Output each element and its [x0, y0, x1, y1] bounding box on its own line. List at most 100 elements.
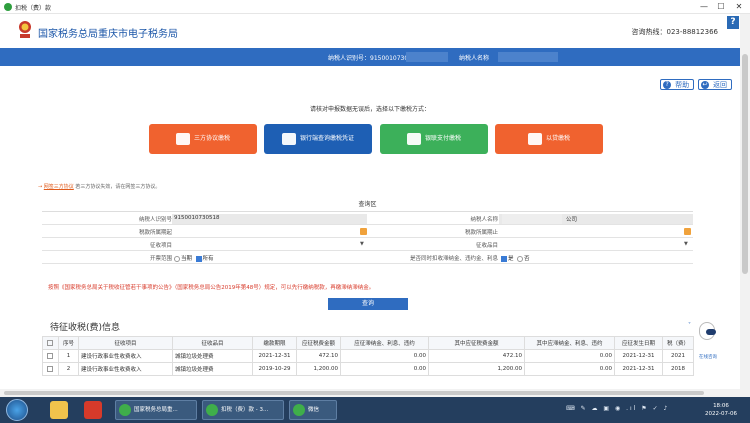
scope-current-label: 当期 [181, 256, 193, 262]
cell-index: 1 [58, 349, 79, 363]
scope-all-label: 所有 [202, 256, 214, 262]
row-checkbox[interactable] [47, 365, 53, 372]
query-button[interactable]: 查询 [328, 298, 408, 310]
scope-current-radio[interactable] [174, 255, 180, 262]
taskbar-item-wechat[interactable]: 微信 [289, 400, 337, 420]
masked-id [406, 52, 448, 62]
taskbar-item-tax-bureau[interactable]: 国家税务总局重... [115, 400, 197, 420]
task-label: 微信 [308, 407, 320, 413]
window-titlebar: 扣税（费）款 — ☐ ✕ [0, 0, 750, 14]
top-links: ? 帮助 ↩ 返回 [658, 79, 732, 90]
browser-icon [4, 3, 12, 11]
wps-icon[interactable] [84, 401, 102, 419]
vertical-scrollbar[interactable] [740, 14, 750, 397]
dropdown-arrow-icon[interactable]: ▼ [360, 241, 364, 247]
taxpayer-id-value: 9150010730518 [174, 215, 220, 221]
calendar-icon[interactable] [684, 228, 691, 235]
cell-date: 2021-12-31 [614, 362, 663, 376]
close-button[interactable]: ✕ [732, 2, 746, 12]
column-header: 应征滞纳金、利息、违约 [340, 336, 429, 350]
cell-levy-sub: 城镇垃圾处理费 [172, 349, 253, 363]
tripartite-pay-button[interactable]: 三方协议缴税 [149, 124, 257, 154]
row-select[interactable] [42, 362, 59, 376]
row-select[interactable] [42, 349, 59, 363]
late-no-radio[interactable] [517, 255, 524, 262]
cell-late-fee: 0.00 [340, 362, 429, 376]
cell-levy-item: 建设行政事业性收费收入 [78, 349, 173, 363]
dropdown-arrow-icon[interactable]: ▼ [684, 241, 688, 247]
minimize-button[interactable]: — [697, 2, 711, 12]
scroll-thumb[interactable] [742, 54, 748, 274]
cell-levy-item: 建设行政事业性收费收入 [78, 362, 173, 376]
cell-amount-part: 472.10 [428, 349, 525, 363]
loan-pay-button[interactable]: 以贷缴税 [495, 124, 603, 154]
bank-voucher-button[interactable]: 银行端查询缴税凭证 [264, 124, 372, 154]
agreement-text: 若三方协议失效，请在网签三方协议。 [75, 184, 161, 190]
unionpay-label: 银联支付缴税 [424, 135, 461, 142]
masked-taxpayer-name [502, 214, 562, 224]
collapse-icon[interactable]: ˅ [688, 322, 691, 329]
taskbar-item-pay[interactable]: 扣税（费）款 - 3... [202, 400, 284, 420]
taxpayer-name-suffix: 公司 [566, 217, 578, 223]
column-header: 其中应征税费金额 [428, 336, 525, 350]
wechat-icon [293, 404, 305, 416]
scroll-thumb[interactable] [4, 391, 704, 395]
help-tab[interactable]: ? [727, 16, 739, 29]
site-header: 国家税务总局重庆市电子税务局 咨询热线：023-88812366 [0, 14, 740, 48]
table-row[interactable]: 2 建设行政事业性收费收入 城镇垃圾处理费 2019-10-29 1,200.0… [42, 362, 694, 376]
help-label: 帮助 [675, 81, 690, 89]
query-row-2: 税款所属期起 税款所属期止 [42, 226, 693, 238]
taxpayer-id-field-label: 纳税人识别号 [138, 217, 172, 223]
unionpay-button[interactable]: 银联支付缴税 [380, 124, 488, 154]
column-header: 税（费） [662, 336, 694, 350]
table-row[interactable]: 1 建设行政事业性收费收入 城镇垃圾处理费 2021-12-31 472.10 … [42, 349, 694, 363]
late-yes-checkbox[interactable] [501, 255, 507, 262]
masked-name [498, 52, 558, 62]
layers-icon [175, 132, 190, 145]
late-yes-label: 是 [508, 256, 514, 262]
loan-pay-label: 以贷缴税 [545, 135, 570, 142]
help-button[interactable]: ? 帮助 [660, 79, 695, 90]
taskbar: 国家税务总局重... 扣税（费）款 - 3... 微信 ⌨ ✎ ☁ ▣ ◉ .ı… [0, 397, 750, 423]
help-icon: ? [663, 81, 672, 89]
tripartite-pay-label: 三方协议缴税 [193, 135, 230, 142]
cell-index: 2 [58, 362, 79, 376]
column-header: 其中应滞纳金、利息、违约 [524, 336, 615, 350]
start-button[interactable] [6, 399, 28, 421]
clock-date: 2022-07-06 [705, 411, 737, 417]
select-all-header[interactable] [42, 336, 59, 350]
back-button[interactable]: ↩ 返回 [698, 79, 732, 90]
browser-icon [119, 404, 131, 416]
file-explorer-icon[interactable] [50, 401, 68, 419]
cell-period: 2018 [662, 362, 694, 376]
cell-period: 2021 [662, 349, 694, 363]
cell-date: 2021-12-31 [614, 349, 663, 363]
online-consult-robot[interactable]: 在线咨询 [696, 320, 718, 360]
calendar-icon[interactable] [360, 228, 367, 235]
agreement-link[interactable]: 网签三方协议 [44, 184, 74, 190]
maximize-button[interactable]: ☐ [714, 2, 728, 12]
system-tray[interactable]: ⌨ ✎ ☁ ▣ ◉ .ıl ⚑ ✓ ♪ [566, 405, 669, 412]
column-header: 应征税费金额 [296, 336, 341, 350]
agreement-notice: → 网签三方协议 若三方协议失效，请在网签三方协议。 [38, 183, 160, 190]
period-start-label: 税款所属期起 [138, 230, 172, 236]
cell-deadline: 2021-12-31 [252, 349, 297, 363]
cell-late-part: 0.00 [524, 349, 615, 363]
pending-table: 序号 征收项目 征收品目 缴款期限 应征税费金额 应征滞纳金、利息、违约 其中应… [42, 336, 694, 376]
row-checkbox[interactable] [47, 352, 53, 359]
horizontal-scrollbar[interactable] [0, 389, 740, 397]
query-row-1: 纳税人识别号 9150010730518 纳税人名称 公司 [42, 213, 693, 225]
taxpayer-bar: 纳税人识别号：91500107305 纳税人名称 [0, 48, 740, 66]
table-header-row: 序号 征收项目 征收品目 缴款期限 应征税费金额 应征滞纳金、利息、违约 其中应… [42, 336, 694, 350]
select-all-checkbox[interactable] [47, 339, 53, 346]
layers-icon [527, 132, 542, 145]
clock[interactable]: 18:06 2022-07-06 [700, 402, 742, 418]
cell-deadline: 2019-10-29 [252, 362, 297, 376]
cell-late-part: 0.00 [524, 362, 615, 376]
column-header: 序号 [58, 336, 79, 350]
hotline-text: 咨询热线：023-88812366 [631, 28, 718, 36]
scope-all-checkbox[interactable] [195, 255, 202, 262]
query-row-3: 征收项目 ▼ 征收品目 ▼ [42, 239, 693, 251]
policy-notice: 按照《国家税务总局关于税收征管若干事项的公告》（国家税务总局公告2019年第48… [48, 285, 375, 291]
browser-icon [206, 404, 218, 416]
